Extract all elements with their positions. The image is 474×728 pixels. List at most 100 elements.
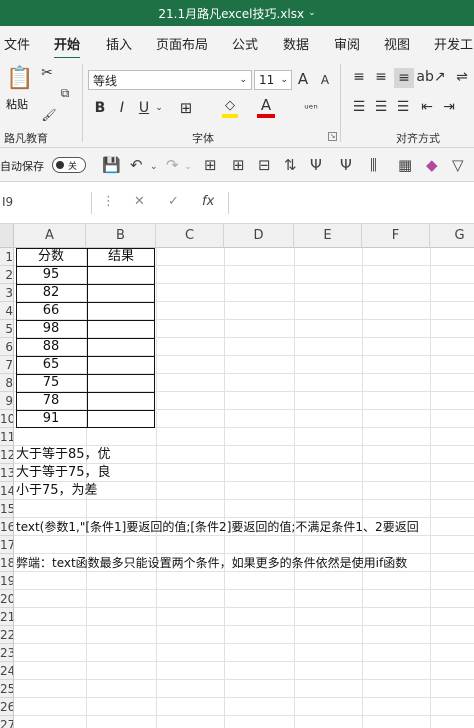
merge-icon[interactable]: Ψ — [340, 156, 352, 174]
row-header[interactable]: 27 — [0, 716, 14, 728]
score-cell[interactable]: 82 — [16, 284, 86, 302]
row-header[interactable]: 13 — [0, 464, 14, 482]
align-bottom-icon[interactable]: ≡ — [394, 68, 414, 88]
score-cell[interactable]: 78 — [16, 392, 86, 410]
row-header[interactable]: 2 — [0, 266, 14, 284]
bold-button[interactable]: B — [92, 98, 108, 118]
fill-color-icon[interactable]: ◇ — [220, 96, 240, 114]
freeze-panes-icon[interactable]: ⊟ — [258, 156, 271, 174]
tab-review[interactable]: 审阅 — [334, 34, 360, 53]
decrease-indent-icon[interactable]: ⇤ — [418, 98, 436, 116]
cancel-icon[interactable]: ✕ — [134, 194, 145, 209]
borders-icon[interactable]: ⊞ — [204, 156, 217, 174]
undo-icon[interactable]: ↶ — [130, 156, 143, 174]
cell-a14[interactable]: 小于75，为差 — [16, 482, 98, 500]
grow-font-icon[interactable]: A — [296, 70, 310, 88]
redo-icon[interactable]: ↷ — [166, 156, 179, 174]
row-header[interactable]: 19 — [0, 572, 14, 590]
tab-page-layout[interactable]: 页面布局 — [156, 34, 208, 53]
score-cell[interactable]: 95 — [16, 266, 86, 284]
wrap-text-icon[interactable]: ⇌ — [452, 68, 472, 86]
italic-button[interactable]: I — [114, 98, 130, 118]
row-header[interactable]: 24 — [0, 662, 14, 680]
save-icon[interactable]: 💾 — [102, 156, 121, 174]
column-header-a[interactable]: A — [14, 224, 86, 248]
row-header[interactable]: 1 — [0, 248, 14, 266]
column-header-f[interactable]: F — [362, 224, 430, 248]
align-left-icon[interactable]: ☰ — [350, 98, 368, 116]
font-color-button[interactable]: A — [258, 96, 274, 114]
increase-indent-icon[interactable]: ⇥ — [440, 98, 458, 116]
row-header[interactable]: 3 — [0, 284, 14, 302]
row-header[interactable]: 25 — [0, 680, 14, 698]
row-header[interactable]: 23 — [0, 644, 14, 662]
cut-icon[interactable]: ✂ — [38, 64, 56, 82]
column-header-e[interactable]: E — [294, 224, 362, 248]
tab-file[interactable]: 文件 — [4, 34, 30, 53]
tab-insert[interactable]: 插入 — [106, 34, 132, 53]
row-header[interactable]: 10 — [0, 410, 14, 428]
eraser-icon[interactable]: ◆ — [426, 156, 438, 174]
split-icon[interactable]: Ψ — [310, 156, 322, 174]
autosave-toggle[interactable]: 关 — [52, 157, 86, 173]
tab-developer[interactable]: 开发工 — [434, 34, 473, 53]
paste-icon[interactable]: 📋 — [6, 64, 34, 92]
chevron-down-icon[interactable]: ⌄ — [150, 162, 158, 172]
score-cell[interactable]: 91 — [16, 410, 86, 428]
row-header[interactable]: 18 — [0, 554, 14, 572]
align-top-icon[interactable]: ≡ — [350, 68, 368, 86]
align-right-icon[interactable]: ☰ — [394, 98, 412, 116]
worksheet-grid[interactable]: A B C D E F G 1 2 3 4 5 6 7 8 9 10 11 12 13 14 15 16 17 1… — [0, 224, 474, 728]
columns-icon[interactable]: ⫼ — [370, 156, 377, 174]
paste-label[interactable]: 粘贴 — [6, 96, 28, 114]
cell-a12[interactable]: 大于等于85，优 — [16, 446, 111, 464]
column-header-d[interactable]: D — [224, 224, 294, 248]
enter-icon[interactable]: ✓ — [168, 194, 179, 209]
row-header[interactable]: 14 — [0, 482, 14, 500]
row-header[interactable]: 4 — [0, 302, 14, 320]
formula-input[interactable] — [228, 192, 474, 214]
font-size-select[interactable]: 11 ⌄ — [254, 70, 292, 90]
row-header[interactable]: 11 — [0, 428, 14, 446]
shrink-font-icon[interactable]: A — [318, 72, 332, 88]
insert-table-icon[interactable]: ⊞ — [232, 156, 245, 174]
copy-icon[interactable]: ⧉ — [56, 84, 74, 102]
chevron-down-icon[interactable]: ⌄ — [184, 162, 192, 172]
cell-a13[interactable]: 大于等于75，良 — [16, 464, 111, 482]
orientation-icon[interactable]: ab↗ — [416, 68, 445, 86]
font-dialog-launcher-icon[interactable]: ↘ — [328, 132, 337, 141]
phonetic-icon[interactable]: ᵘᵉⁿ — [296, 98, 326, 118]
cell-b1[interactable]: 结果 — [86, 248, 156, 266]
score-cell[interactable]: 98 — [16, 320, 86, 338]
row-header[interactable]: 15 — [0, 500, 14, 518]
chevron-down-icon[interactable]: ⌄ — [154, 100, 164, 116]
filter-icon[interactable]: ▽ — [452, 156, 464, 174]
grid-icon[interactable]: ▦ — [398, 156, 412, 174]
row-header[interactable]: 5 — [0, 320, 14, 338]
row-header[interactable]: 22 — [0, 626, 14, 644]
score-cell[interactable]: 66 — [16, 302, 86, 320]
row-header[interactable]: 7 — [0, 356, 14, 374]
format-painter-icon[interactable]: 🖌 — [40, 106, 58, 124]
align-middle-icon[interactable]: ≡ — [372, 68, 390, 86]
tab-formulas[interactable]: 公式 — [232, 34, 258, 53]
row-header[interactable]: 21 — [0, 608, 14, 626]
underline-button[interactable]: U — [136, 98, 152, 118]
column-header-g[interactable]: G — [430, 224, 474, 248]
tab-view[interactable]: 视图 — [384, 34, 410, 53]
borders-icon[interactable]: ⊞ — [176, 98, 196, 118]
row-header[interactable]: 12 — [0, 446, 14, 464]
row-header[interactable]: 20 — [0, 590, 14, 608]
row-header[interactable]: 16 — [0, 518, 14, 536]
font-name-select[interactable]: 等线 ⌄ — [88, 70, 252, 90]
column-header-c[interactable]: C — [156, 224, 224, 248]
name-box[interactable]: I9 — [0, 192, 92, 214]
row-header[interactable]: 6 — [0, 338, 14, 356]
row-header[interactable]: 8 — [0, 374, 14, 392]
row-header[interactable]: 26 — [0, 698, 14, 716]
tab-home[interactable]: 开始 — [54, 34, 81, 60]
title-dropdown-icon[interactable]: ⌄ — [308, 8, 316, 18]
tab-data[interactable]: 数据 — [283, 34, 309, 53]
row-header[interactable]: 9 — [0, 392, 14, 410]
row-header[interactable]: 17 — [0, 536, 14, 554]
